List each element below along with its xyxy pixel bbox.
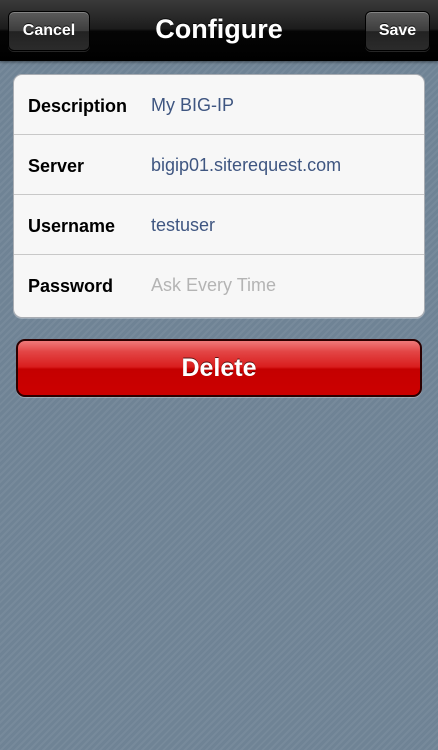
config-form: Description Server Username Password bbox=[13, 74, 425, 318]
username-field[interactable] bbox=[151, 195, 411, 255]
username-label: Username bbox=[28, 216, 116, 236]
description-row[interactable]: Description bbox=[14, 75, 424, 135]
password-label: Password bbox=[28, 276, 114, 296]
server-field[interactable] bbox=[151, 135, 411, 195]
server-row[interactable]: Server bbox=[14, 135, 424, 195]
password-field[interactable] bbox=[151, 255, 411, 315]
delete-button[interactable]: Delete bbox=[16, 339, 422, 397]
username-row[interactable]: Username bbox=[14, 195, 424, 255]
server-label: Server bbox=[28, 156, 85, 176]
navigation-bar: Cancel Configure Save bbox=[0, 0, 438, 61]
password-row[interactable]: Password bbox=[14, 255, 424, 317]
description-label: Description bbox=[28, 96, 128, 116]
description-field[interactable] bbox=[151, 75, 411, 135]
save-button[interactable]: Save bbox=[365, 11, 430, 51]
